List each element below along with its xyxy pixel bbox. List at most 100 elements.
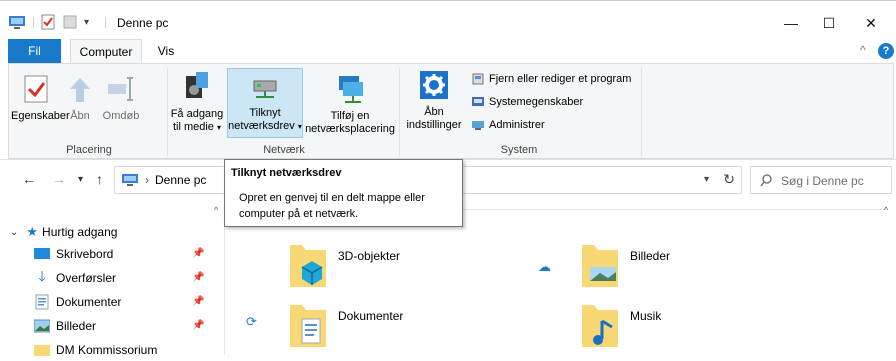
3d-objects-folder-icon (290, 245, 326, 287)
breadcrumb-chevron-icon: › (145, 173, 149, 187)
add-network-location-button[interactable]: Tilføj en netværksplacering (305, 66, 395, 140)
open-label: Åbn (70, 110, 90, 122)
tab-computer[interactable]: Computer (70, 39, 142, 64)
tooltip-body: Opret en genvej til en delt mappe eller … (239, 192, 425, 220)
map-drive-label-2: netværksdrev (228, 120, 295, 132)
access-media-label-1: Få adgang (170, 108, 224, 120)
add-location-label-2: netværksplacering (305, 123, 395, 135)
search-input[interactable]: Søg i Denne pc (781, 174, 864, 188)
system-properties-icon (472, 97, 484, 106)
scroll-up-icon[interactable]: ^ (214, 205, 218, 215)
rename-icon (108, 77, 133, 101)
star-icon: ★ (26, 224, 39, 239)
manage-button[interactable]: Administrer (471, 118, 545, 132)
sidebar-item-label: Overførsler (56, 271, 116, 285)
open-settings-button[interactable]: Åbn indstillinger (403, 66, 465, 140)
access-media-label-2: til medie (172, 121, 214, 133)
quick-access-label: Hurtig adgang (42, 225, 118, 239)
chevron-down-icon: ▾ (217, 123, 222, 132)
tab-file[interactable]: Fil (8, 39, 61, 63)
map-network-drive-button[interactable]: Tilknyt netværksdrev ▾ (227, 68, 303, 138)
group-separator (167, 68, 168, 156)
download-arrow-icon: 🡓 (38, 268, 46, 284)
folder-icon (34, 345, 50, 356)
cloud-status-icon: ☁ (538, 259, 551, 274)
collapse-ribbon-icon[interactable]: ^ (860, 43, 866, 57)
documents-icon (35, 294, 49, 310)
programs-icon (472, 73, 484, 85)
up-arrow-icon[interactable]: ↑ (96, 171, 103, 187)
sidebar-item-downloads[interactable]: 🡓 Overførsler (34, 267, 116, 289)
sidebar-item-label: Skrivebord (56, 247, 114, 261)
group-label-netvaerk: Netværk (263, 144, 305, 156)
separator: | (32, 15, 36, 29)
refresh-icon[interactable]: ↻ (723, 171, 735, 188)
system-properties-label: Systemegenskaber (489, 96, 584, 108)
properties-icon (24, 75, 48, 103)
separator: | (104, 15, 108, 29)
pin-icon[interactable]: 📌 (192, 248, 204, 259)
group-label-system: System (500, 144, 538, 156)
address-dropdown-icon[interactable]: ▾ (704, 174, 709, 185)
folder-label: Musik (630, 309, 662, 323)
open-settings-label-2: indstillinger (406, 119, 462, 131)
manage-icon (472, 121, 484, 130)
expand-chevron-icon[interactable]: ⌄ (10, 227, 18, 238)
uninstall-program-button[interactable]: Fjern eller rediger et program (471, 72, 631, 86)
group-label-placering: Placering (66, 144, 112, 156)
pin-icon[interactable]: 📌 (192, 320, 204, 331)
folder-tile[interactable]: 3D-objekter (288, 241, 400, 291)
sidebar-item-desktop[interactable]: Skrivebord (34, 243, 113, 265)
chevron-down-icon: ▾ (297, 122, 302, 131)
breadcrumb-current[interactable]: Denne pc (155, 173, 206, 187)
quick-access-item[interactable]: ⌄ ★ Hurtig adgang (10, 221, 117, 243)
folder-label: Billeder (630, 249, 671, 263)
tab-view[interactable]: Vis (147, 39, 185, 63)
pictures-folder-icon (582, 245, 618, 287)
scroll-up-icon[interactable]: ^ (884, 205, 888, 215)
forward-arrow-icon[interactable]: → (52, 171, 66, 187)
pin-icon[interactable]: 📌 (192, 296, 204, 307)
close-button[interactable]: ✕ (848, 11, 894, 35)
sidebar-item-label: Dokumenter (56, 295, 122, 309)
computer-icon (8, 13, 26, 31)
group-separator (641, 68, 642, 156)
folder-quick-icon[interactable] (62, 13, 78, 31)
network-drive-icon (253, 80, 277, 98)
recent-locations-chevron-icon[interactable]: ▾ (78, 174, 83, 185)
folder-tile[interactable]: Dokumenter (288, 301, 403, 351)
sidebar-item-folder[interactable]: DM Kommissorium (34, 339, 157, 361)
system-properties-button[interactable]: Systemegenskaber (471, 95, 583, 109)
sync-status-icon: ⟳ (246, 314, 257, 329)
folder-label: Dokumenter (338, 309, 404, 323)
open-arrow-icon (70, 78, 90, 102)
sidebar-item-pictures[interactable]: Billeder (34, 315, 96, 337)
back-arrow-icon[interactable]: ← (22, 171, 36, 187)
pictures-icon (34, 319, 50, 333)
ribbon: Egenskaber Åbn Omdøb Placering Få adgang… (8, 63, 894, 159)
customize-quick-access-icon[interactable]: ▾ (84, 13, 89, 31)
access-media-button[interactable]: Få adgang til medie ▾ (169, 66, 225, 140)
properties-button[interactable]: Egenskaber (11, 66, 70, 140)
search-box[interactable]: Søg i Denne pc (750, 166, 892, 194)
properties-label: Egenskaber (11, 110, 70, 122)
media-icon (186, 72, 208, 98)
folder-tile[interactable]: Musik (580, 301, 661, 351)
navpane-scrollbar[interactable]: ^ (214, 201, 224, 355)
maximize-button[interactable]: ☐ (806, 11, 852, 35)
window-title: Denne pc (117, 16, 169, 30)
title-bar: | ▾ | Denne pc — ☐ ✕ (0, 7, 896, 37)
sidebar-item-documents[interactable]: Dokumenter (34, 291, 121, 313)
open-button[interactable]: Åbn (63, 66, 97, 140)
map-drive-label-1: Tilknyt (249, 107, 281, 119)
properties-quick-icon[interactable] (40, 13, 56, 31)
help-icon[interactable]: ? (878, 43, 894, 59)
folder-tile[interactable]: Billeder (580, 241, 670, 291)
search-icon (760, 174, 772, 187)
main-scrollbar[interactable]: ^ (884, 201, 894, 355)
uninstall-program-label: Fjern eller rediger et program (489, 73, 632, 85)
rename-button[interactable]: Omdøb (99, 66, 143, 140)
pin-icon[interactable]: 📌 (192, 272, 204, 283)
music-folder-icon (582, 305, 618, 347)
add-location-label-1: Tilføj en (330, 110, 370, 122)
